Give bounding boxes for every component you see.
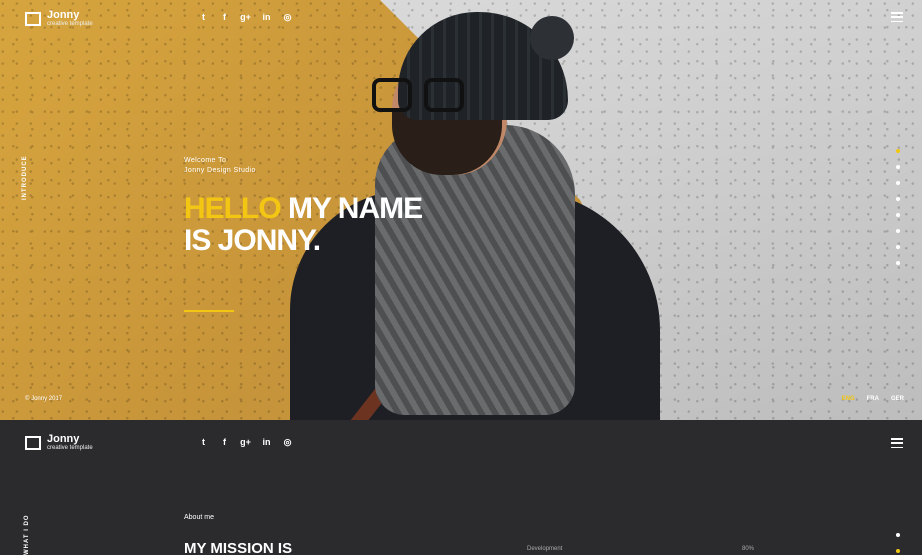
language-ger[interactable]: GER xyxy=(891,396,904,402)
google-plus-icon[interactable]: g+ xyxy=(240,437,251,448)
pagination-dot[interactable] xyxy=(896,197,900,201)
skill-value: 80% xyxy=(742,546,755,552)
welcome-line-2: Jonny Design Studio xyxy=(184,167,256,174)
top-nav: Jonny creative template t f g+ in ◎ xyxy=(0,0,922,36)
pagination-dot[interactable] xyxy=(896,245,900,249)
headline-rest: MY NAME xyxy=(280,192,423,225)
dribbble-icon[interactable]: ◎ xyxy=(282,437,293,448)
section-side-label: WHAT I DO xyxy=(24,514,30,555)
menu-hamburger-icon[interactable] xyxy=(891,438,903,448)
facebook-icon[interactable]: f xyxy=(219,437,230,448)
brand-logo[interactable]: Jonny creative template xyxy=(25,434,93,451)
twitter-icon[interactable]: t xyxy=(198,437,209,448)
language-eng[interactable]: ENG xyxy=(842,396,855,402)
section-pagination xyxy=(896,533,900,553)
brand-logo[interactable]: Jonny creative template xyxy=(25,10,93,27)
pagination-dot[interactable] xyxy=(896,549,900,553)
what-i-do-section: Jonny creative template t f g+ in ◎ WHAT… xyxy=(0,420,922,555)
brand-name: Jonny xyxy=(47,433,80,445)
hero-section: Jonny creative template t f g+ in ◎ INTR… xyxy=(0,0,922,420)
brand-tagline: creative template xyxy=(47,445,93,451)
facebook-icon[interactable]: f xyxy=(219,12,230,23)
language-switcher: ENG FRA GER xyxy=(842,396,904,402)
headline-highlight: HELLO xyxy=(184,192,282,225)
mission-title: MY MISSION IS xyxy=(184,540,293,555)
pagination-dot[interactable] xyxy=(896,229,900,233)
linkedin-icon[interactable]: in xyxy=(261,437,272,448)
social-links: t f g+ in ◎ xyxy=(198,437,293,448)
linkedin-icon[interactable]: in xyxy=(261,12,272,23)
pagination-dot[interactable] xyxy=(896,261,900,265)
about-label: About me xyxy=(184,514,214,521)
headline-line-2: IS JONNY. xyxy=(184,224,321,257)
section-pagination xyxy=(896,149,900,265)
twitter-icon[interactable]: t xyxy=(198,12,209,23)
section-side-label: INTRODUCE xyxy=(22,155,28,200)
hero-headline: HELLO MY NAME IS JONNY. xyxy=(184,192,423,257)
pagination-dot[interactable] xyxy=(896,533,900,537)
pagination-dot[interactable] xyxy=(896,181,900,185)
dribbble-icon[interactable]: ◎ xyxy=(282,12,293,23)
pagination-dot[interactable] xyxy=(896,149,900,153)
welcome-line-1: Welcome To xyxy=(184,157,227,164)
copyright: © Jonny 2017 xyxy=(25,396,63,402)
social-links: t f g+ in ◎ xyxy=(198,12,293,23)
skill-name: Development xyxy=(527,546,563,552)
brand-tagline: creative template xyxy=(47,21,93,27)
logo-square-icon xyxy=(25,435,41,450)
pagination-dot[interactable] xyxy=(896,165,900,169)
logo-square-icon xyxy=(25,11,41,26)
brand-name: Jonny xyxy=(47,9,80,21)
pagination-dot[interactable] xyxy=(896,213,900,217)
google-plus-icon[interactable]: g+ xyxy=(240,12,251,23)
welcome-text: Welcome To Jonny Design Studio xyxy=(184,156,256,176)
headline-underline xyxy=(184,310,234,312)
language-fra[interactable]: FRA xyxy=(867,396,879,402)
menu-hamburger-icon[interactable] xyxy=(891,12,903,22)
sticky-nav: Jonny creative template t f g+ in ◎ xyxy=(0,420,922,460)
